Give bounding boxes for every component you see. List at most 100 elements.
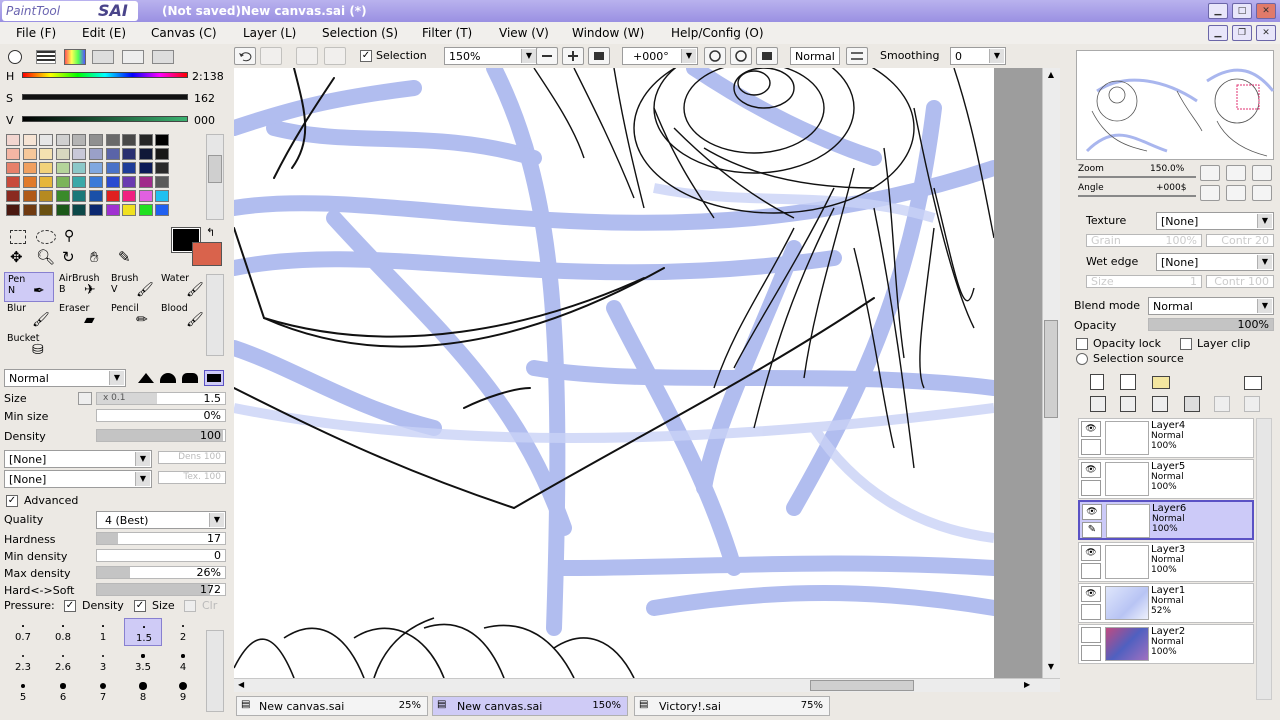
rotate-reset-icon[interactable] <box>756 47 778 65</box>
palette-swatch[interactable] <box>6 162 20 174</box>
max-density-slider[interactable]: 26% <box>96 566 226 579</box>
palette-swatch[interactable] <box>89 190 103 202</box>
menu-edit[interactable]: Edit (E) <box>82 26 126 40</box>
palette-swatch[interactable] <box>138 148 153 160</box>
layer-row[interactable]: 👁︎ Layer3 Normal 100% <box>1078 542 1254 582</box>
lock-icon[interactable] <box>1081 645 1101 661</box>
rotate-right-icon[interactable] <box>730 47 752 65</box>
brush-mode-select[interactable]: Normal ▼ <box>4 369 126 387</box>
hand-icon[interactable]: ✋︎ <box>90 248 99 266</box>
brush-size-cell[interactable]: 2.3 <box>4 648 42 676</box>
nav-zoom-reset-button[interactable] <box>1252 165 1272 181</box>
tool-brush[interactable]: Brush V 🖌︎ <box>108 272 158 302</box>
palette-swatch[interactable] <box>22 190 37 202</box>
min-density-slider[interactable]: 0 <box>96 549 226 562</box>
palette-swatch[interactable] <box>155 176 170 188</box>
palette-swatch[interactable] <box>55 176 70 188</box>
nav-zoom-slider[interactable] <box>1078 176 1196 178</box>
palette-swatch[interactable] <box>39 162 54 174</box>
palette-swatch[interactable] <box>155 148 170 160</box>
pen-icon[interactable]: ✎ <box>1082 522 1102 538</box>
palette-swatch[interactable] <box>89 162 103 174</box>
value-slider[interactable] <box>22 116 188 122</box>
swatch-icon[interactable] <box>122 50 144 64</box>
deselect-icon[interactable] <box>296 47 318 65</box>
lock-icon[interactable] <box>1081 563 1101 579</box>
palette-swatch[interactable] <box>89 148 103 160</box>
tool-bucket[interactable]: Bucket ⛁ <box>4 332 54 362</box>
brush-size-cell[interactable]: 7 <box>84 678 122 706</box>
nav-rotate-right-button[interactable] <box>1226 185 1246 201</box>
palette-swatch[interactable] <box>138 190 153 202</box>
palette-swatch[interactable] <box>22 148 37 160</box>
min-size-slider[interactable]: 0% <box>96 409 226 422</box>
zoom-out-button[interactable] <box>536 47 558 65</box>
palette-swatch[interactable] <box>72 190 87 202</box>
transfer-down-icon[interactable] <box>1090 396 1106 412</box>
tool-blood[interactable]: Blood 🖌︎ <box>158 302 208 332</box>
menu-selection[interactable]: Selection (S) <box>322 26 398 40</box>
palette-swatch[interactable] <box>6 176 20 188</box>
brush-size-cell[interactable]: 4 <box>164 648 202 676</box>
selection-checkbox[interactable]: ✓ <box>360 50 372 62</box>
nav-rotate-reset-button[interactable] <box>1252 185 1272 201</box>
size-grid-scrollbar[interactable] <box>206 630 224 712</box>
shape-soft-icon[interactable] <box>182 373 198 383</box>
brush-shape-selector[interactable] <box>134 369 226 387</box>
new-folder-icon[interactable] <box>1152 376 1170 389</box>
eye-icon[interactable]: 👁︎ <box>1081 462 1101 478</box>
color-mixer-icon[interactable] <box>92 50 114 64</box>
menu-file[interactable]: File (F) <box>16 26 56 40</box>
palette-swatch[interactable] <box>105 176 120 188</box>
clear-layer-icon[interactable] <box>1152 396 1168 412</box>
brush-size-cell[interactable]: 0.7 <box>4 618 42 646</box>
eye-icon[interactable]: 👁︎ <box>1081 586 1101 602</box>
menu-view[interactable]: View (V) <box>499 26 549 40</box>
undo-icon[interactable] <box>234 47 256 65</box>
flip-icon[interactable] <box>846 47 868 65</box>
view-blend-select[interactable]: Normal <box>790 47 840 65</box>
brush-size-cell[interactable]: 9 <box>164 678 202 706</box>
paper-texture-select[interactable]: [None] ▼ <box>4 470 152 488</box>
marquee-icon[interactable] <box>10 230 26 244</box>
palette-swatch[interactable] <box>39 190 54 202</box>
palette-swatch[interactable] <box>155 162 170 174</box>
move-icon[interactable]: ✥ <box>10 248 23 266</box>
palette-swatch[interactable] <box>89 176 103 188</box>
menu-help[interactable]: Help/Config (O) <box>671 26 764 40</box>
hue-slider[interactable] <box>22 72 188 78</box>
pressure-size-checkbox[interactable]: ✓ <box>134 600 146 612</box>
zoom-in-button[interactable] <box>562 47 584 65</box>
new-linework-layer-icon[interactable] <box>1120 374 1136 390</box>
maximize-button[interactable]: □ <box>1232 3 1252 19</box>
brush-size-cell[interactable]: 3 <box>84 648 122 676</box>
hard-soft-slider[interactable]: 172 <box>96 583 226 596</box>
palette-swatch[interactable] <box>155 204 170 216</box>
layer-row[interactable]: 👁︎ Layer5 Normal 100% <box>1078 459 1254 499</box>
palette-swatch[interactable] <box>105 148 120 160</box>
texture-select[interactable]: [None] ▼ <box>1156 212 1274 230</box>
palette-swatch[interactable] <box>89 134 103 146</box>
palette-swatch[interactable] <box>72 148 87 160</box>
palette-swatch[interactable] <box>39 148 54 160</box>
palette-swatch[interactable] <box>105 162 120 174</box>
quality-select[interactable]: 4 (Best) ▼ <box>96 511 226 529</box>
zoom-icon[interactable]: 🔍︎ <box>36 248 55 266</box>
rgb-slider-icon[interactable] <box>36 50 56 64</box>
opacity-slider[interactable]: 100% <box>1148 318 1274 331</box>
palette-swatch[interactable] <box>155 190 170 202</box>
wet-edge-select[interactable]: [None] ▼ <box>1156 253 1274 271</box>
brush-size-cell[interactable]: 8 <box>124 678 162 706</box>
palette-swatch[interactable] <box>55 162 70 174</box>
palette-swatch[interactable] <box>138 176 153 188</box>
brush-size-cell[interactable]: 1 <box>84 618 122 646</box>
tab-new-canvas-1[interactable]: ▤ New canvas.sai 25% <box>236 696 428 716</box>
lasso-icon[interactable] <box>36 230 56 244</box>
color-palette[interactable] <box>6 134 202 220</box>
palette-swatch[interactable] <box>72 176 87 188</box>
delete-layer-icon[interactable] <box>1184 396 1200 412</box>
color-wheel-icon[interactable] <box>8 50 22 64</box>
doc-close-button[interactable]: ✕ <box>1256 25 1276 41</box>
palette-swatch[interactable] <box>22 162 37 174</box>
menu-layer[interactable]: Layer (L) <box>243 26 296 40</box>
